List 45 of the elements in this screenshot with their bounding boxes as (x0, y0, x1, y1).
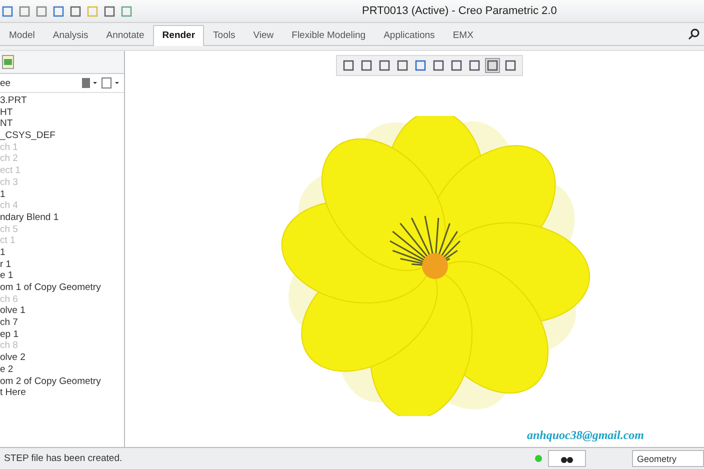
ribbon-tab[interactable]: Applications (374, 25, 444, 46)
window-title: PRT0013 (Active) - Creo Parametric 2.0 (362, 5, 557, 17)
tree-item[interactable]: olve 2 (0, 352, 124, 364)
view-tool-button[interactable] (341, 58, 356, 73)
view-tool-button[interactable] (359, 58, 374, 73)
ribbon-tab[interactable]: Render (153, 25, 204, 46)
tree-item[interactable]: 3.PRT (0, 95, 124, 107)
tree-item[interactable]: om 1 of Copy Geometry (0, 282, 124, 294)
ribbon-tab[interactable]: Tools (204, 25, 244, 46)
tree-item[interactable]: ep 1 (0, 328, 124, 340)
tree-item[interactable]: e 1 (0, 270, 124, 282)
tree-header: ee (0, 78, 11, 88)
tree-item[interactable]: e 2 (0, 364, 124, 376)
status-message: STEP file has been created. (4, 453, 124, 464)
view-tool-button[interactable] (467, 58, 482, 73)
ribbon-tab[interactable]: EMX (444, 25, 482, 46)
tree-item[interactable]: ch 7 (0, 317, 124, 329)
search-icon[interactable] (688, 28, 700, 40)
find-button[interactable] (548, 450, 586, 467)
view-tool-button[interactable] (377, 58, 392, 73)
tree-item[interactable]: 1 (0, 246, 124, 259)
signature-text: anhquoc38@gmail.com (527, 428, 644, 443)
view-tool-button[interactable] (503, 58, 518, 73)
tree-item[interactable]: t Here (0, 387, 124, 399)
folder-button[interactable] (2, 55, 14, 69)
tree-item[interactable]: HT (0, 106, 124, 118)
ribbon-tab[interactable]: Model (0, 25, 44, 46)
tree-item[interactable]: r 1 (0, 258, 124, 270)
tree-item[interactable]: _CSYS_DEF (0, 130, 124, 142)
view-tool-button[interactable] (449, 58, 464, 73)
ribbon-tab[interactable]: Flexible Modeling (282, 25, 375, 46)
tree-item[interactable]: ndary Blend 1 (0, 212, 124, 224)
view-tool-button[interactable] (413, 58, 428, 73)
ribbon-tab[interactable]: Annotate (97, 25, 154, 46)
ribbon-tab[interactable]: Analysis (44, 25, 98, 46)
view-tool-button[interactable] (485, 58, 500, 73)
tree-item[interactable]: olve 1 (0, 305, 124, 318)
filter-select[interactable]: Geometry (632, 450, 704, 467)
status-light-icon (535, 455, 542, 462)
view-tool-button[interactable] (395, 58, 410, 73)
view-tool-button[interactable] (431, 58, 446, 73)
tree-item[interactable]: om 2 of Copy Geometry (0, 376, 124, 388)
tree-item[interactable]: 1 (0, 188, 124, 200)
ribbon-tab[interactable]: View (244, 25, 283, 46)
tree-item[interactable]: NT (0, 118, 124, 130)
